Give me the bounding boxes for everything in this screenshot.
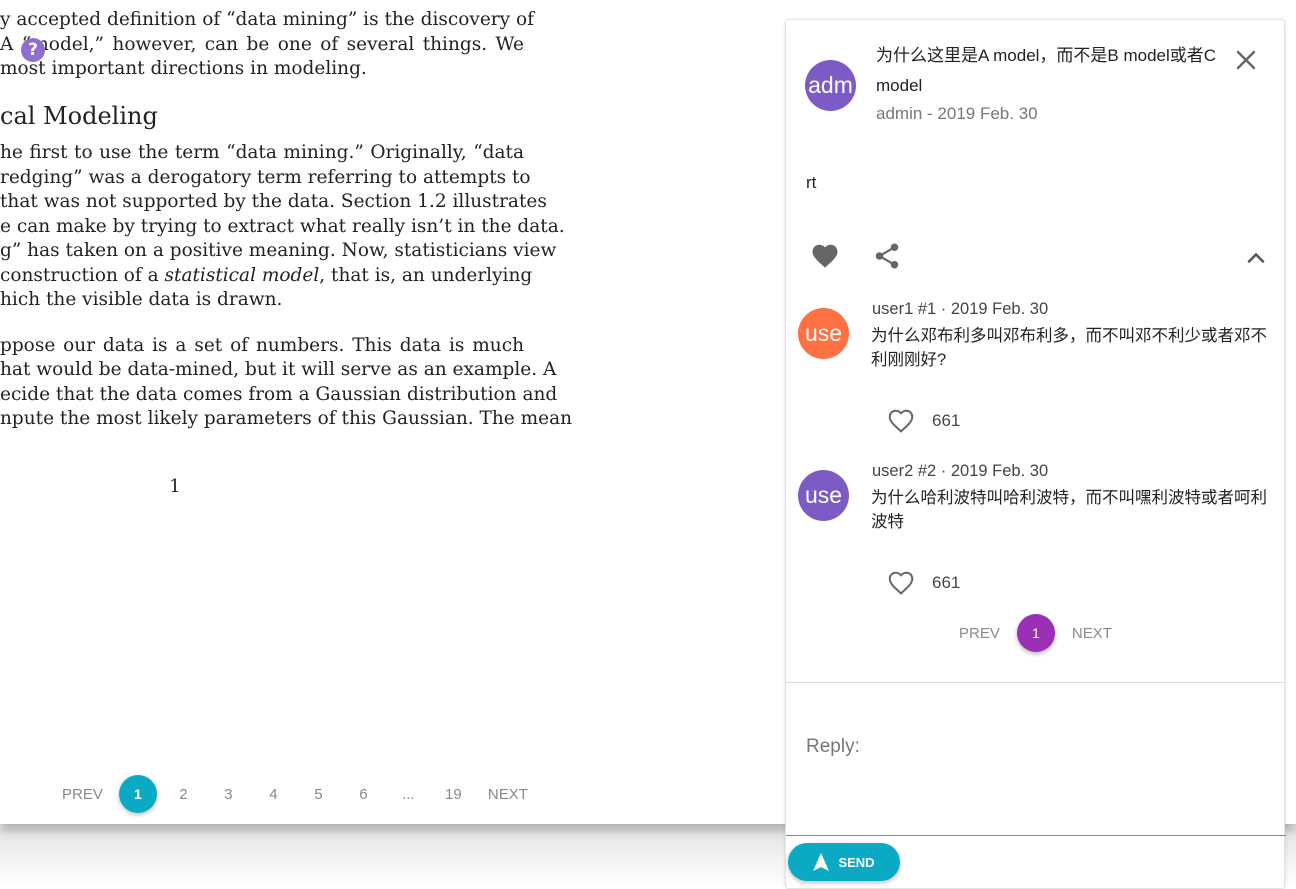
document-pagination: PREV 1 2 3 4 5 6 ... 19 NEXT — [50, 775, 540, 813]
send-button[interactable]: SEND — [788, 843, 900, 881]
page-text: y accepted definition of “data mining” i… — [0, 8, 573, 453]
text-line: hich the visible data is drawn. — [0, 289, 283, 310]
reply-text: 为什么邓布利多叫邓布利多，而不叫邓不利少或者邓不利刚刚好? — [871, 327, 1267, 369]
prev-page-button[interactable]: PREV — [946, 625, 1013, 642]
reply-input[interactable] — [786, 684, 1286, 836]
text-line: construction of a statistical model, tha… — [0, 264, 533, 286]
reply-pagination: PREV 1 NEXT — [946, 614, 1125, 652]
share-button[interactable] — [872, 241, 902, 271]
close-button[interactable] — [1232, 46, 1260, 74]
text-line: redging” was a derogatory term referring… — [0, 166, 531, 188]
like-count: 661 — [932, 573, 961, 592]
paragraph-3: ppose our data is a set of numbers. This… — [0, 334, 573, 432]
close-icon — [1236, 50, 1256, 70]
text-line: he first to use the term “data mining.” … — [0, 142, 524, 163]
thread-title: 为什么这里是A model，而不是B model或者C model — [876, 46, 1217, 95]
thread-body: rt — [806, 173, 817, 192]
text-line: npute the most likely parameters of this… — [0, 408, 573, 429]
reply-like-button[interactable]: 661 — [886, 568, 960, 598]
page-button-19[interactable]: 19 — [431, 786, 476, 803]
thread-meta: admin - 2019 Feb. 30 — [876, 104, 1038, 123]
collapse-button[interactable] — [1242, 244, 1270, 272]
reply-header: user2 #2 · 2019 Feb. 30 — [872, 462, 1049, 480]
current-page-button[interactable]: 1 — [1016, 614, 1055, 652]
text-line: most important directions in modeling. — [0, 58, 367, 79]
like-button[interactable] — [810, 241, 840, 271]
page-number: 1 — [169, 476, 181, 497]
page-button-4[interactable]: 4 — [251, 786, 296, 803]
next-page-button[interactable]: NEXT — [1059, 625, 1125, 642]
reply-header: user1 #1 · 2019 Feb. 30 — [872, 300, 1049, 318]
reply-text: 为什么哈利波特叫哈利波特，而不叫嘿利波特或者呵利波特 — [871, 489, 1267, 531]
text-line: hat would be data-mined, but it will ser… — [0, 359, 557, 380]
page-ellipsis: ... — [402, 785, 415, 803]
heart-outline-icon — [888, 409, 914, 433]
paragraph-2: he first to use the term “data mining.” … — [0, 141, 565, 313]
navigation-arrow-icon — [813, 853, 830, 871]
next-page-button[interactable]: NEXT — [476, 786, 540, 803]
question-marker-icon[interactable]: ? — [21, 38, 45, 62]
paragraph-1: y accepted definition of “data mining” i… — [0, 8, 534, 82]
current-page-button[interactable]: 1 — [118, 775, 157, 813]
text-line: y accepted definition of “data mining” i… — [0, 9, 534, 30]
text-line: ecide that the data comes from a Gaussia… — [0, 383, 558, 405]
page-button-2[interactable]: 2 — [161, 786, 206, 803]
text-line: g” has taken on a positive meaning. Now,… — [0, 240, 557, 261]
heart-outline-icon — [888, 571, 914, 595]
like-count: 661 — [932, 411, 961, 430]
chevron-up-icon — [1247, 253, 1265, 263]
heart-icon — [812, 244, 838, 268]
text-line: e can make by trying to extract what rea… — [0, 215, 565, 237]
page-button-6[interactable]: 6 — [341, 786, 386, 803]
page-button-3[interactable]: 3 — [206, 786, 251, 803]
text-line: ppose our data is a set of numbers. This… — [0, 334, 524, 356]
send-button-label: SEND — [838, 854, 875, 870]
reply-like-button[interactable]: 661 — [886, 406, 960, 436]
avatar: use — [798, 470, 849, 521]
comment-panel: adm 为什么这里是A model，而不是B model或者C model ad… — [785, 19, 1286, 889]
text-line: that was not supported by the data. Sect… — [0, 191, 547, 212]
avatar: use — [798, 308, 849, 359]
page-button-5[interactable]: 5 — [296, 786, 341, 803]
prev-page-button[interactable]: PREV — [50, 786, 115, 803]
divider — [786, 682, 1286, 683]
avatar: adm — [805, 60, 856, 111]
section-heading: cal Modeling — [0, 101, 158, 130]
share-icon — [875, 243, 899, 269]
text-line: A “model,” however, can be one of severa… — [0, 33, 524, 55]
